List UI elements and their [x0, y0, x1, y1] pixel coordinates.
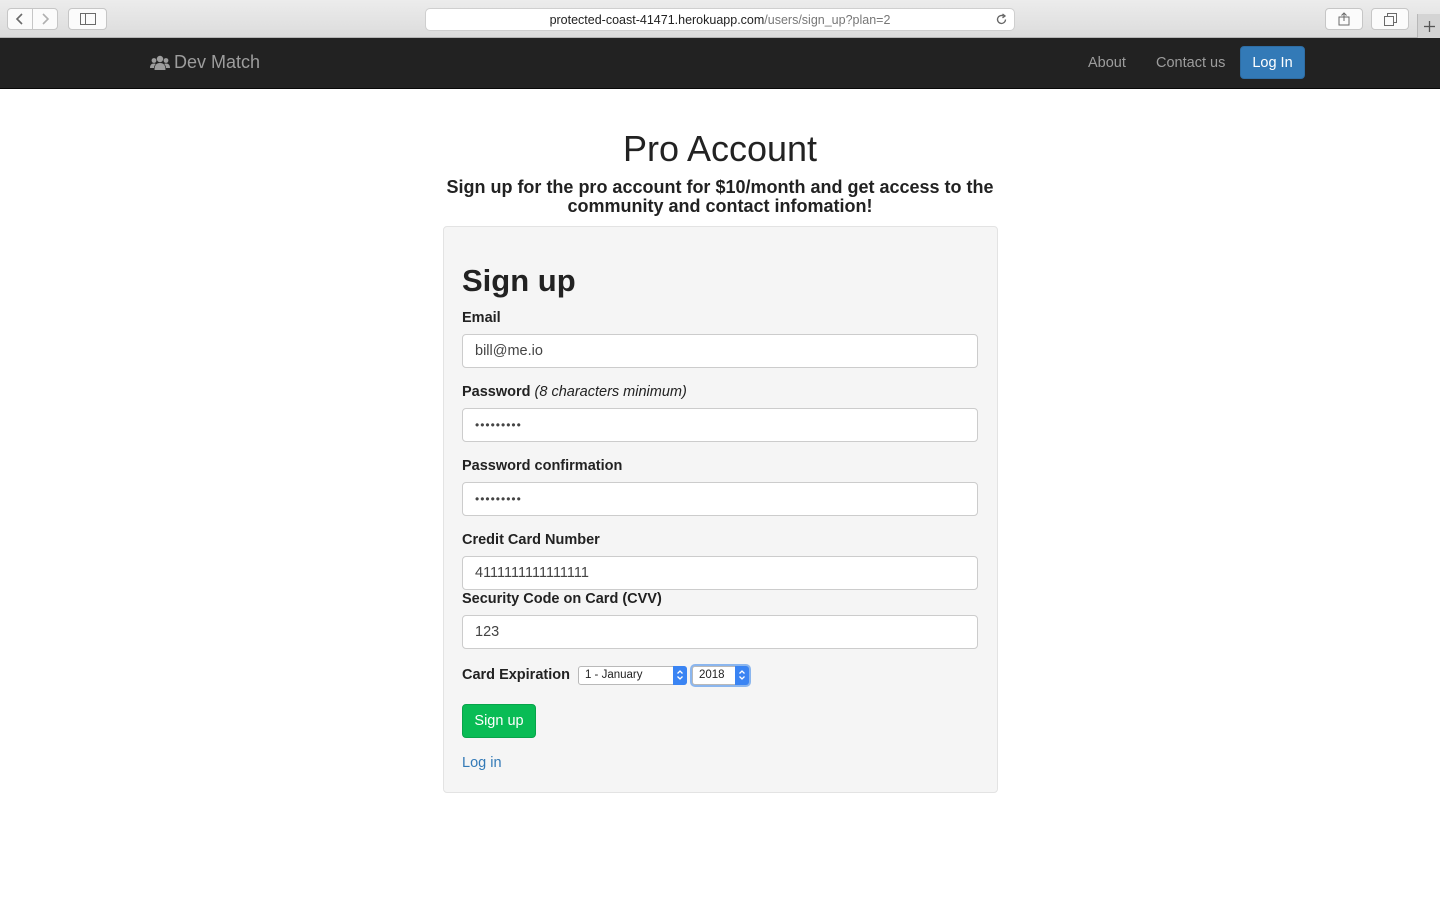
expiration-month-value: 1 - January	[584, 669, 643, 681]
form-title: Sign up	[462, 263, 576, 298]
password-confirmation-field[interactable]: •••••••••	[462, 482, 978, 516]
cvv-label: Security Code on Card (CVV)	[462, 591, 662, 607]
back-button[interactable]	[7, 8, 33, 30]
brand-link[interactable]: Dev Match	[150, 52, 260, 73]
expiration-month-select[interactable]: 1 - January	[577, 665, 687, 685]
cvv-field[interactable]: 123	[462, 615, 978, 649]
page-subtitle: Sign up for the pro account for $10/mont…	[446, 177, 994, 216]
nav-about-link[interactable]: About	[1088, 55, 1126, 71]
new-tab-button[interactable]	[1417, 14, 1440, 38]
chevron-right-icon	[42, 13, 50, 25]
nav-contact-link[interactable]: Contact us	[1156, 55, 1225, 71]
reload-icon[interactable]	[995, 13, 1008, 26]
page-title: Pro Account	[622, 128, 818, 169]
expiration-year-value: 2018	[698, 669, 725, 681]
users-icon	[150, 55, 170, 70]
email-label: Email	[462, 310, 501, 326]
login-link[interactable]: Log in	[462, 755, 502, 771]
password-confirmation-label: Password confirmation	[462, 458, 623, 474]
address-bar[interactable]: protected-coast-41471.herokuapp.com/user…	[425, 8, 1015, 31]
card-number-field[interactable]: 4111111111111111	[462, 556, 978, 590]
expiration-label: Card Expiration	[462, 667, 570, 683]
share-icon	[1338, 12, 1350, 26]
chevron-left-icon	[15, 13, 23, 25]
site-navbar: Dev Match About Contact us Log In	[0, 38, 1440, 89]
email-field[interactable]: bill@me.io	[462, 334, 978, 368]
expiration-year-select[interactable]: 2018	[691, 665, 749, 685]
plus-icon	[1423, 20, 1435, 32]
password-label: Password (8 characters minimum)	[462, 384, 687, 400]
card-expiration-row: Card Expiration 1 - January 2018	[462, 664, 749, 686]
sidebar-toggle-button[interactable]	[68, 8, 107, 30]
share-button[interactable]	[1325, 8, 1363, 30]
browser-toolbar: protected-coast-41471.herokuapp.com/user…	[0, 0, 1440, 38]
brand-name: Dev Match	[174, 52, 261, 72]
signup-submit-button[interactable]: Sign up	[462, 704, 536, 738]
url-host: protected-coast-41471.herokuapp.com	[549, 12, 765, 27]
sidebar-icon	[79, 13, 96, 25]
nav-login-button[interactable]: Log In	[1240, 46, 1305, 79]
select-arrows-icon	[672, 665, 687, 685]
password-hint: (8 characters minimum)	[534, 384, 687, 400]
url-path: /users/sign_up?plan=2	[764, 12, 891, 27]
select-arrows-icon	[734, 665, 749, 685]
card-number-label: Credit Card Number	[462, 532, 600, 548]
tab-overview-button[interactable]	[1371, 8, 1409, 30]
password-label-text: Password	[462, 384, 531, 400]
tabs-icon	[1383, 12, 1397, 26]
forward-button[interactable]	[32, 8, 58, 30]
password-field[interactable]: •••••••••	[462, 408, 978, 442]
